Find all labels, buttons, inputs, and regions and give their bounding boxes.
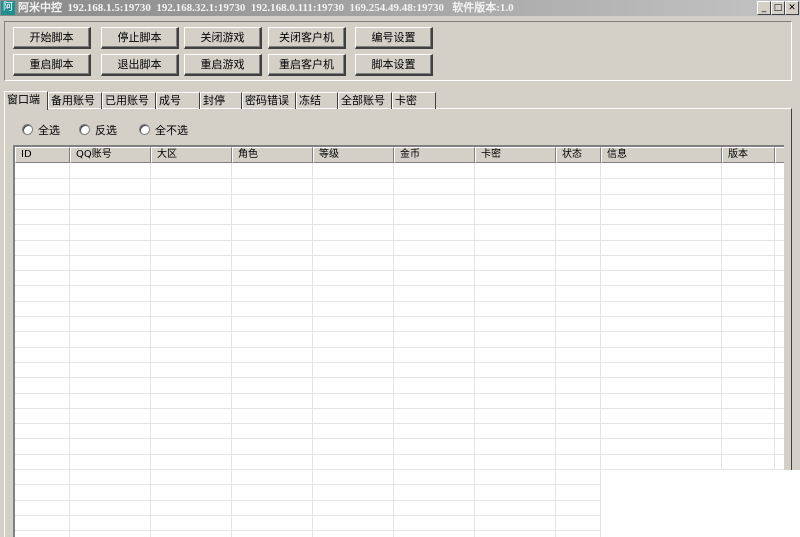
tab-window-client[interactable]: 窗口端 <box>4 91 48 110</box>
column-header-id[interactable]: ID <box>15 147 70 163</box>
radio-circle-icon <box>22 124 33 135</box>
select-none-radio[interactable]: 全不选 <box>139 124 188 138</box>
column-header-gold[interactable]: 金币 <box>394 147 475 163</box>
radio-circle-icon <box>139 124 150 135</box>
tab-banned[interactable]: 封停 <box>200 92 242 109</box>
tab-backup-accounts[interactable]: 备用账号 <box>48 92 102 109</box>
blank-region <box>601 470 800 537</box>
column-header-info[interactable]: 信息 <box>601 147 722 163</box>
column-header-region[interactable]: 大区 <box>151 147 232 163</box>
column-header-status[interactable]: 状态 <box>556 147 601 163</box>
stop-script-button[interactable]: 停止脚本 <box>101 27 179 49</box>
column-header-character[interactable]: 角色 <box>232 147 313 163</box>
column-header-card-key[interactable]: 卡密 <box>475 147 556 163</box>
maximize-button[interactable]: □ <box>771 1 785 15</box>
exit-script-button[interactable]: 退出脚本 <box>101 54 179 76</box>
tab-all-accounts[interactable]: 全部账号 <box>338 92 392 109</box>
select-all-radio[interactable]: 全选 <box>22 124 60 138</box>
script-settings-button[interactable]: 脚本设置 <box>355 54 433 76</box>
tab-password-error[interactable]: 密码错误 <box>242 92 296 109</box>
table-header: ID QQ账号 大区 角色 等级 金币 卡密 状态 信息 版本 <box>15 147 784 163</box>
column-header-version[interactable]: 版本 <box>722 147 775 163</box>
close-client-button[interactable]: 关闭客户机 <box>268 27 346 49</box>
invert-selection-radio[interactable]: 反选 <box>79 124 117 138</box>
start-script-button[interactable]: 开始脚本 <box>13 27 91 49</box>
column-header-qq-account[interactable]: QQ账号 <box>70 147 151 163</box>
tab-used-accounts[interactable]: 已用账号 <box>102 92 156 109</box>
tab-card-key[interactable]: 卡密 <box>392 92 436 109</box>
minimize-button[interactable]: _ <box>757 1 771 15</box>
radio-label: 全不选 <box>155 124 188 137</box>
column-header-filler <box>775 147 784 163</box>
radio-label: 全选 <box>38 124 60 137</box>
tab-finished-accounts[interactable]: 成号 <box>156 92 200 109</box>
title-bar: 阿 阿米中控 192.168.1.5:19730 192.168.32.1:19… <box>0 0 800 16</box>
restart-script-button[interactable]: 重启脚本 <box>13 54 91 76</box>
window-title: 阿米中控 192.168.1.5:19730 192.168.32.1:1973… <box>18 2 514 14</box>
tab-frozen[interactable]: 冻结 <box>296 92 338 109</box>
close-button[interactable]: ✕ <box>785 1 799 15</box>
restart-client-button[interactable]: 重启客户机 <box>268 54 346 76</box>
column-header-level[interactable]: 等级 <box>313 147 394 163</box>
close-game-button[interactable]: 关闭游戏 <box>184 27 262 49</box>
app-logo-icon: 阿 <box>1 1 15 15</box>
number-settings-button[interactable]: 编号设置 <box>355 27 433 49</box>
radio-label: 反选 <box>95 124 117 137</box>
restart-game-button[interactable]: 重启游戏 <box>184 54 262 76</box>
radio-circle-icon <box>79 124 90 135</box>
